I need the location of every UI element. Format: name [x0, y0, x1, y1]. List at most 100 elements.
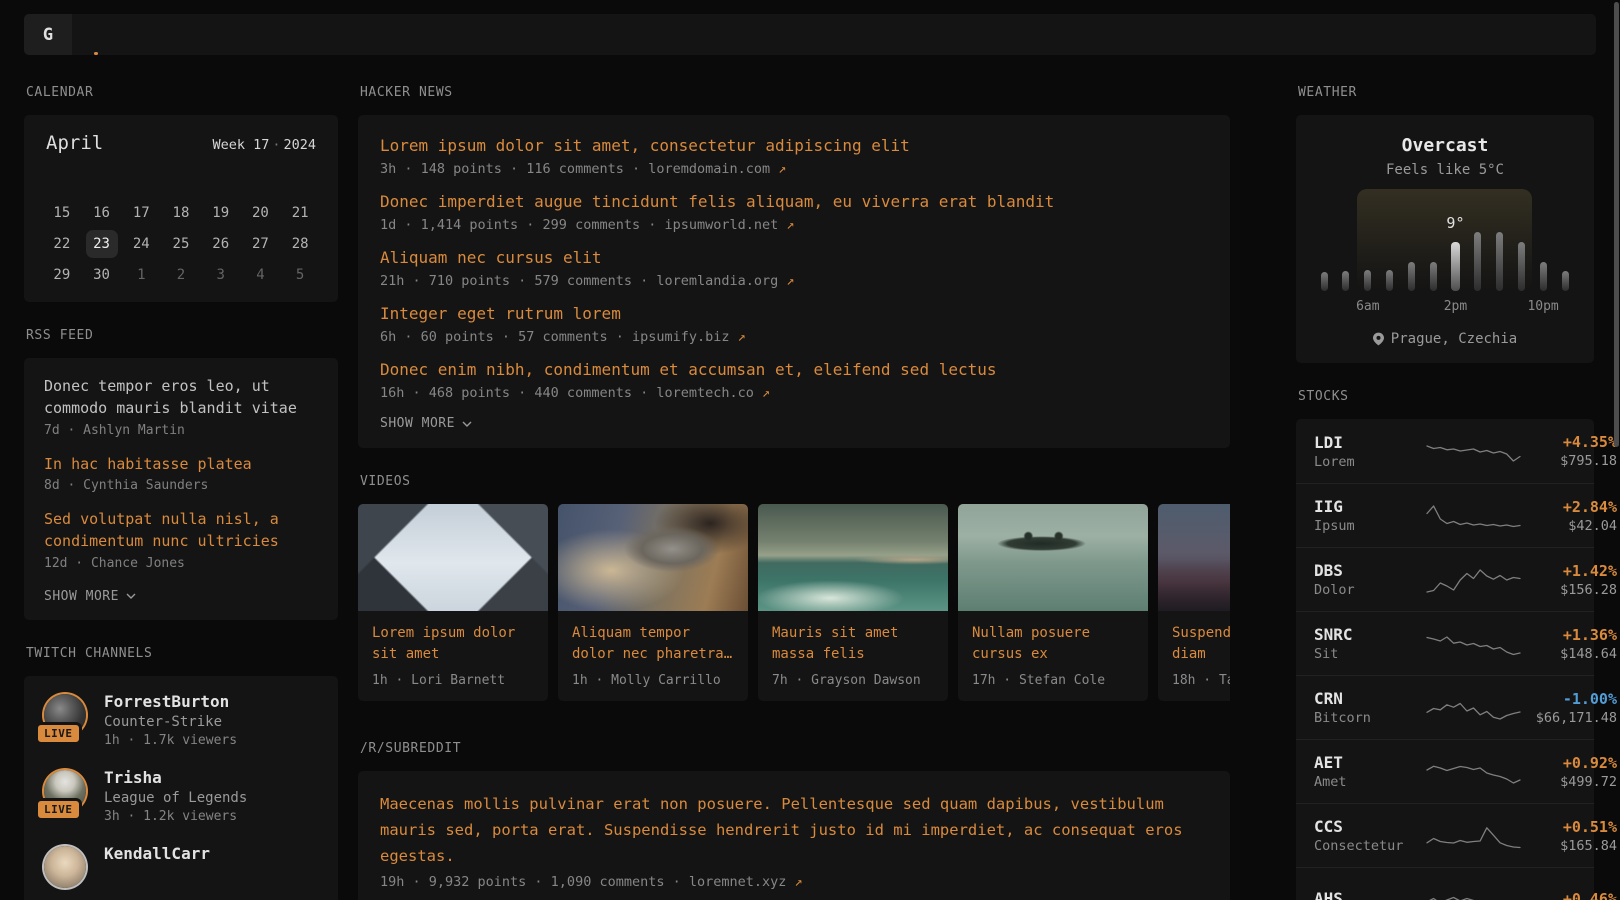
rss-show-more-button[interactable]: SHOW MORE [44, 589, 318, 604]
stock-ticker: CRN [1314, 689, 1426, 708]
weather-time-label: 6am [1356, 299, 1379, 314]
twitch-widget: LIVE ForrestBurton Counter-Strike 1h · 1… [24, 676, 338, 900]
stock-ticker: AET [1314, 753, 1426, 772]
video-title[interactable]: Nullam posuere cursus ex [972, 623, 1134, 665]
nav-tab[interactable] [184, 14, 188, 55]
stock-sparkline-chart [1426, 884, 1521, 900]
video-card[interactable]: Aliquam tempor dolor nec pharetra… 1h · … [558, 504, 748, 701]
sparkline [1426, 564, 1521, 596]
video-thumbnail[interactable] [558, 504, 748, 611]
video-card[interactable]: Lorem ipsum dolor sit amet consectetu… 1… [358, 504, 548, 701]
reddit-post-meta: 19h · 9,932 points · 1,090 comments · lo… [380, 874, 1208, 890]
video-title[interactable]: Aliquam tempor dolor nec pharetra… [572, 623, 734, 665]
weather-bar [1430, 262, 1437, 291]
twitch-channel-viewers: 3h · 1.2k viewers [104, 809, 247, 824]
twitch-channel-row[interactable]: LIVE ForrestBurton Counter-Strike 1h · 1… [42, 692, 320, 748]
stock-row[interactable]: AHS +0.46% [1296, 867, 1594, 900]
stock-sparkline-chart [1426, 756, 1521, 788]
hackernews-show-more-button[interactable]: SHOW MORE [380, 416, 1208, 431]
rss-section-title: RSS FEED [26, 328, 336, 344]
video-thumbnail[interactable] [1158, 504, 1230, 611]
nav-tab[interactable] [154, 14, 158, 55]
stock-price: $795.18 [1521, 453, 1617, 469]
live-badge: LIVE [35, 722, 82, 745]
calendar-day: 29 [42, 259, 82, 290]
external-link-icon: ↗ [795, 874, 803, 890]
twitch-channel-name[interactable]: KendallCarr [104, 844, 210, 863]
weather-daylight-band [1357, 189, 1532, 291]
avatar[interactable] [44, 846, 86, 888]
video-card[interactable]: Mauris sit amet massa felis 7h · Grayson… [758, 504, 948, 701]
video-title[interactable]: Mauris sit amet massa felis [772, 623, 934, 665]
stock-row[interactable]: DBS Dolor +1.42% $156.28 [1296, 547, 1594, 611]
rss-item: In hac habitasse platea 8d · Cynthia Sau… [44, 454, 318, 494]
stock-row[interactable]: SNRC Sit +1.36% $148.64 [1296, 611, 1594, 675]
calendar-day: 18 [161, 197, 201, 228]
stock-row[interactable]: CCS Consectetur +0.51% $165.84 [1296, 803, 1594, 867]
app-logo[interactable]: G [24, 14, 72, 55]
video-title[interactable]: Lorem ipsum dolor sit amet consectetu… [372, 623, 534, 665]
weather-bar-chart: 9° [1312, 203, 1578, 291]
weather-bar [1342, 271, 1349, 291]
weather-widget: Overcast Feels like 5°C 9° 6am2pm10pm Pr… [1296, 115, 1594, 363]
stock-row[interactable]: AET Amet +0.92% $499.72 [1296, 739, 1594, 803]
weather-bar [1451, 242, 1460, 291]
nav-tab[interactable] [124, 14, 128, 55]
video-card[interactable]: Suspendisse mauris diam 18h · Tara Duran [1158, 504, 1230, 701]
rss-item-title[interactable]: Sed volutpat nulla nisl, a condimentum n… [44, 509, 318, 553]
sparkline [1426, 884, 1521, 900]
video-title[interactable]: Suspendisse mauris diam [1172, 623, 1230, 665]
stock-change: +0.92% [1521, 754, 1617, 772]
hackernews-item: Donec enim nibh, condimentum et accumsan… [380, 358, 1208, 401]
external-link-icon: ↗ [786, 273, 794, 289]
video-thumbnail[interactable] [358, 504, 548, 611]
nav-tabs [72, 14, 188, 55]
hackernews-item-title[interactable]: Donec enim nibh, condimentum et accumsan… [380, 358, 1208, 381]
rss-item-title[interactable]: Donec tempor eros leo, ut commodo mauris… [44, 376, 318, 420]
hackernews-item-title[interactable]: Aliquam nec cursus elit [380, 246, 1208, 269]
stock-change: +1.36% [1521, 626, 1617, 644]
hackernews-item-title[interactable]: Lorem ipsum dolor sit amet, consectetur … [380, 134, 1208, 157]
twitch-channel-game: Counter-Strike [104, 714, 237, 730]
scrollbar-thumb[interactable] [1614, 2, 1619, 447]
twitch-channel-row[interactable]: KendallCarr [42, 844, 320, 890]
location-pin-icon [1373, 332, 1384, 346]
hackernews-section-title: HACKER NEWS [360, 85, 1228, 101]
rss-item-meta: 7d · Ashlyn Martin [44, 423, 318, 438]
stock-sparkline-chart [1426, 435, 1521, 467]
calendar-day: 1 [121, 259, 161, 290]
video-thumbnail[interactable] [958, 504, 1148, 611]
calendar-weekday-label [241, 166, 281, 197]
calendar-section-title: CALENDAR [26, 85, 336, 101]
video-thumbnail[interactable] [758, 504, 948, 611]
sparkline [1426, 756, 1521, 788]
video-card[interactable]: Nullam posuere cursus ex 17h · Stefan Co… [958, 504, 1148, 701]
weather-location: Prague, Czechia [1312, 331, 1578, 347]
stock-ticker: AHS [1314, 889, 1426, 900]
hackernews-item-title[interactable]: Donec imperdiet augue tincidunt felis al… [380, 190, 1208, 213]
calendar-day: 5 [280, 259, 320, 290]
rss-item-title[interactable]: In hac habitasse platea [44, 454, 318, 476]
stock-price: $499.72 [1521, 774, 1617, 790]
sparkline [1426, 820, 1521, 852]
stock-row[interactable]: LDI Lorem +4.35% $795.18 [1296, 419, 1594, 483]
stock-name: Dolor [1314, 582, 1426, 598]
twitch-channel-name[interactable]: Trisha [104, 768, 247, 787]
twitch-channel-row[interactable]: LIVE Trisha League of Legends 3h · 1.2k … [42, 768, 320, 824]
subreddit-widget: Maecenas mollis pulvinar erat non posuer… [358, 771, 1230, 900]
reddit-post-title[interactable]: Maecenas mollis pulvinar erat non posuer… [380, 791, 1208, 869]
calendar-widget: April Week 17·2024 151617181920212223242… [24, 115, 338, 302]
hackernews-item-title[interactable]: Integer eget rutrum lorem [380, 302, 1208, 325]
calendar-day: 21 [280, 197, 320, 228]
calendar-weekday-label [280, 166, 320, 197]
stock-price: $42.04 [1521, 518, 1617, 534]
twitch-channel-name[interactable]: ForrestBurton [104, 692, 237, 711]
nav-tab[interactable] [94, 14, 98, 55]
stock-change: +2.84% [1521, 498, 1617, 516]
weather-time-label: 2pm [1444, 299, 1467, 314]
calendar-day: 23 [82, 228, 122, 259]
top-navbar: G [24, 14, 1596, 55]
stock-row[interactable]: CRN Bitcorn -1.00% $66,171.48 [1296, 675, 1594, 739]
calendar-weekday-label [42, 166, 82, 197]
stock-row[interactable]: IIG Ipsum +2.84% $42.04 [1296, 483, 1594, 547]
